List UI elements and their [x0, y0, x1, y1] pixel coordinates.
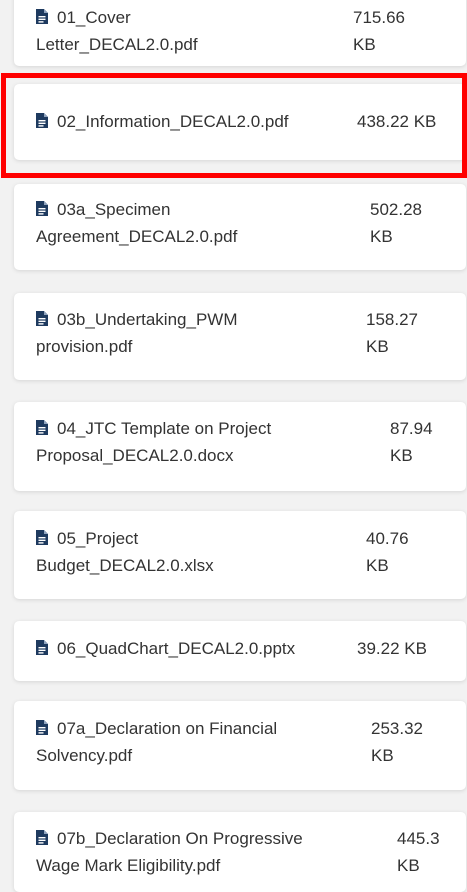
file-name: 06_QuadChart_DECAL2.0.pptx — [36, 635, 295, 662]
document-icon — [36, 9, 48, 24]
file-name-line2: provision.pdf — [36, 337, 133, 356]
file-size-unit: KB — [366, 337, 389, 356]
file-item-06-quadchart[interactable]: 06_QuadChart_DECAL2.0.pptx 39.22 KB — [14, 621, 466, 681]
file-name: 07b_Declaration On Progressive — [36, 825, 303, 852]
document-icon — [36, 830, 48, 845]
file-size: 438.22 KB — [357, 112, 437, 131]
file-size-unit: KB — [397, 856, 420, 875]
file-size: 87.94 — [390, 419, 433, 438]
file-name-line2: Solvency.pdf — [36, 746, 133, 765]
file-name-line1: 01_Cover — [57, 8, 131, 27]
file-name-line1: 07a_Declaration on Financial — [57, 719, 278, 738]
document-icon — [36, 640, 48, 655]
file-item-01-cover-letter[interactable]: 01_Cover Letter_DECAL2.0.pdf 715.66 KB — [14, 0, 466, 66]
file-name: 07a_Declaration on Financial — [36, 715, 277, 742]
file-size: 253.32 — [371, 719, 423, 738]
file-name-line2: Wage Mark Eligibility.pdf — [36, 856, 221, 875]
document-icon — [36, 311, 48, 326]
document-icon — [36, 530, 48, 545]
file-name-line2: Budget_DECAL2.0.xlsx — [36, 556, 214, 575]
file-name: 03a_Specimen — [36, 196, 170, 223]
file-name-line2: Proposal_DECAL2.0.docx — [36, 446, 234, 465]
file-name: 02_Information_DECAL2.0.pdf — [36, 108, 289, 135]
file-size-unit: KB — [390, 446, 413, 465]
file-size: 445.3 — [397, 829, 440, 848]
document-icon — [36, 201, 48, 216]
file-name-line1: 03a_Specimen — [57, 200, 171, 219]
file-size-unit: KB — [366, 556, 389, 575]
file-size: 40.76 — [366, 529, 409, 548]
file-item-04-jtc-template[interactable]: 04_JTC Template on Project Proposal_DECA… — [14, 402, 466, 491]
file-size-unit: KB — [353, 35, 376, 54]
file-name: 05_Project — [36, 525, 138, 552]
file-size-unit: KB — [371, 746, 394, 765]
file-name-line1: 02_Information_DECAL2.0.pdf — [57, 112, 289, 131]
file-name-line1: 06_QuadChart_DECAL2.0.pptx — [57, 639, 296, 658]
file-size: 502.28 — [370, 200, 422, 219]
file-size: 158.27 — [366, 310, 418, 329]
file-item-03b-undertaking-pwm[interactable]: 03b_Undertaking_PWM provision.pdf 158.27… — [14, 293, 466, 380]
file-size-unit: KB — [370, 227, 393, 246]
file-name-line2: Agreement_DECAL2.0.pdf — [36, 227, 238, 246]
file-item-02-information[interactable]: 02_Information_DECAL2.0.pdf 438.22 KB — [14, 84, 466, 160]
file-name: 01_Cover — [36, 4, 131, 31]
file-size: 39.22 KB — [357, 639, 427, 658]
file-size: 715.66 — [353, 8, 405, 27]
file-name: 03b_Undertaking_PWM — [36, 306, 237, 333]
document-icon — [36, 720, 48, 735]
file-name-line1: 05_Project — [57, 529, 139, 548]
file-name-line1: 07b_Declaration On Progressive — [57, 829, 303, 848]
file-item-07b-declaration-progressive-wage[interactable]: 07b_Declaration On Progressive Wage Mark… — [14, 812, 466, 892]
document-icon — [36, 420, 48, 435]
file-name: 04_JTC Template on Project — [36, 415, 271, 442]
file-name-line1: 04_JTC Template on Project — [57, 419, 272, 438]
file-item-07a-declaration-financial-solvency[interactable]: 07a_Declaration on Financial Solvency.pd… — [14, 701, 466, 790]
file-list: 01_Cover Letter_DECAL2.0.pdf 715.66 KB 0… — [0, 0, 467, 892]
file-item-05-project-budget[interactable]: 05_Project Budget_DECAL2.0.xlsx 40.76 KB — [14, 511, 466, 599]
file-item-03a-specimen-agreement[interactable]: 03a_Specimen Agreement_DECAL2.0.pdf 502.… — [14, 184, 466, 270]
file-name-line1: 03b_Undertaking_PWM — [57, 310, 238, 329]
document-icon — [36, 113, 48, 128]
file-name-line2: Letter_DECAL2.0.pdf — [36, 35, 198, 54]
